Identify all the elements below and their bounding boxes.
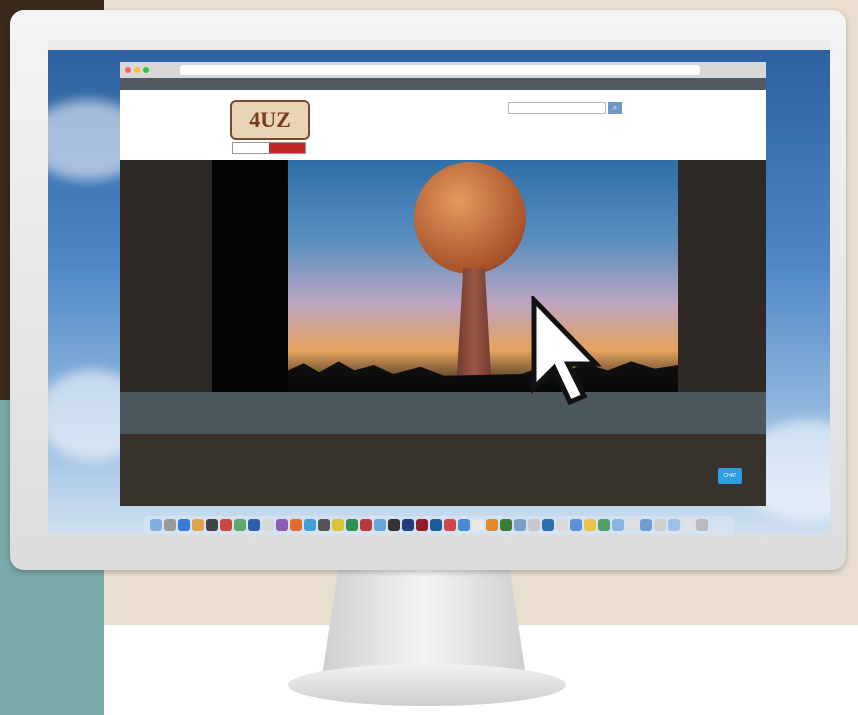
- address-bar[interactable]: [180, 65, 700, 75]
- app-icon[interactable]: [234, 519, 246, 531]
- hero-photo-peachoid-water-tower: [288, 160, 678, 392]
- site-footer: [120, 392, 766, 434]
- lower-background: CHAT: [120, 434, 766, 506]
- logo-red-block: [269, 143, 305, 153]
- bottom-status-bar: [608, 492, 766, 500]
- app-icon[interactable]: [276, 519, 288, 531]
- app-icon[interactable]: [248, 519, 260, 531]
- zoom-window-button[interactable]: [143, 67, 149, 73]
- search-button[interactable]: ⌕: [608, 102, 622, 114]
- chat-button[interactable]: CHAT: [718, 468, 742, 484]
- monitor-stand: [322, 568, 526, 676]
- app-icon[interactable]: [668, 519, 680, 531]
- app-dock: [144, 516, 734, 534]
- app-icon[interactable]: [500, 519, 512, 531]
- system-menu-bar: [48, 40, 830, 50]
- app-icon[interactable]: [164, 519, 176, 531]
- app-icon[interactable]: [626, 519, 638, 531]
- desktop-screen: 4UZ ⌕ CHAT: [48, 40, 830, 534]
- water-tower-stem: [456, 268, 492, 392]
- logo-subbanner: [232, 142, 306, 154]
- app-icon[interactable]: [332, 519, 344, 531]
- app-icon[interactable]: [528, 519, 540, 531]
- trash-icon[interactable]: [696, 519, 708, 531]
- mouse-pointer-icon: [531, 296, 602, 406]
- app-icon[interactable]: [444, 519, 456, 531]
- app-icon[interactable]: [598, 519, 610, 531]
- app-icon[interactable]: [416, 519, 428, 531]
- app-icon[interactable]: [290, 519, 302, 531]
- app-icon[interactable]: [206, 519, 218, 531]
- app-icon[interactable]: [514, 519, 526, 531]
- hero-section: [120, 160, 766, 392]
- app-icon[interactable]: [304, 519, 316, 531]
- app-icon[interactable]: [318, 519, 330, 531]
- app-icon[interactable]: [612, 519, 624, 531]
- peach-tank: [414, 162, 526, 274]
- app-icon[interactable]: [374, 519, 386, 531]
- app-icon[interactable]: [430, 519, 442, 531]
- browser-window: 4UZ ⌕ CHAT: [120, 62, 766, 506]
- app-icon[interactable]: [178, 519, 190, 531]
- minimize-window-button[interactable]: [134, 67, 140, 73]
- app-icon[interactable]: [640, 519, 652, 531]
- app-icon[interactable]: [472, 519, 484, 531]
- top-navigation: [120, 78, 766, 90]
- app-icon[interactable]: [458, 519, 470, 531]
- app-icon[interactable]: [584, 519, 596, 531]
- app-icon[interactable]: [388, 519, 400, 531]
- app-icon[interactable]: [682, 519, 694, 531]
- monitor-base: [288, 664, 566, 706]
- side-menu: [212, 160, 288, 392]
- app-icon[interactable]: [262, 519, 274, 531]
- search-input[interactable]: [508, 102, 606, 114]
- search-icon: ⌕: [612, 103, 618, 112]
- app-icon[interactable]: [192, 519, 204, 531]
- app-icon[interactable]: [220, 519, 232, 531]
- app-icon[interactable]: [542, 519, 554, 531]
- browser-toolbar: [120, 62, 766, 78]
- finder-icon[interactable]: [150, 519, 162, 531]
- site-logo[interactable]: 4UZ: [230, 100, 310, 140]
- app-icon[interactable]: [360, 519, 372, 531]
- site-header: 4UZ ⌕: [120, 90, 766, 160]
- app-icon[interactable]: [570, 519, 582, 531]
- app-icon[interactable]: [346, 519, 358, 531]
- monitor: 4UZ ⌕ CHAT: [10, 10, 846, 570]
- app-icon[interactable]: [486, 519, 498, 531]
- app-icon[interactable]: [402, 519, 414, 531]
- app-icon[interactable]: [556, 519, 568, 531]
- close-window-button[interactable]: [125, 67, 131, 73]
- app-icon[interactable]: [654, 519, 666, 531]
